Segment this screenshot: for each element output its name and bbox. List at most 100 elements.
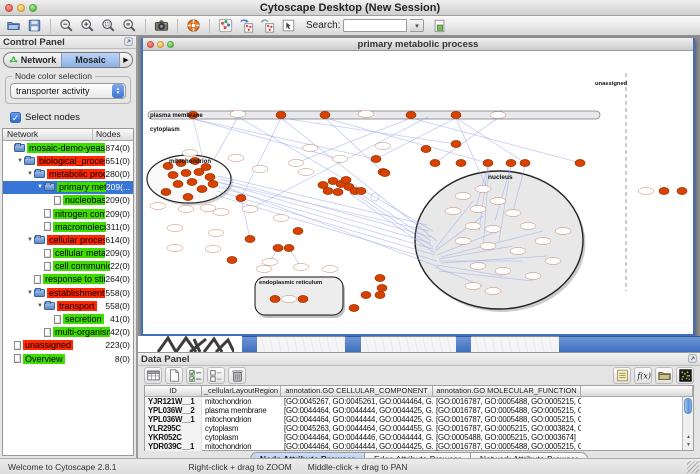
network-node-outline[interactable] [470, 206, 486, 213]
network-node[interactable] [284, 245, 294, 252]
network-node-outline[interactable] [470, 263, 486, 270]
network-node[interactable] [451, 112, 461, 119]
disclosure-triangle[interactable]: ▼ [26, 237, 34, 243]
network-node-outline[interactable] [455, 193, 471, 200]
annotation-icon[interactable] [279, 17, 298, 35]
plugin-icon[interactable] [430, 17, 449, 35]
network-node-outline[interactable] [638, 188, 654, 195]
network-node-outline[interactable] [242, 206, 258, 213]
disclosure-triangle[interactable]: ▼ [26, 290, 34, 296]
table-row[interactable]: YLR295Ccytoplasm[GO:0045263, GO:0044464,… [145, 424, 693, 433]
network-node-outline[interactable] [545, 258, 561, 265]
network-node[interactable] [187, 179, 197, 186]
network-node-outline[interactable] [465, 223, 481, 230]
network-node[interactable] [677, 188, 687, 195]
network-node[interactable] [430, 160, 440, 167]
zoom-in-icon[interactable] [78, 17, 97, 35]
network-node-outline[interactable] [555, 228, 571, 235]
network-node[interactable] [320, 112, 330, 119]
network-node[interactable] [323, 188, 333, 195]
scrollbar-arrows[interactable]: ▲▼ [683, 433, 694, 449]
network-node[interactable] [194, 169, 204, 176]
tree-row[interactable]: multi-organism pro42(0) [3, 326, 133, 339]
table-column-header[interactable]: ID [145, 386, 202, 397]
tree-row[interactable]: secretion41(0) [3, 312, 133, 325]
plasma-membrane-region[interactable] [148, 111, 600, 119]
network-node[interactable] [245, 236, 255, 243]
disclosure-triangle[interactable]: ▼ [36, 184, 44, 190]
search-input[interactable] [343, 19, 407, 32]
network-node[interactable] [333, 189, 343, 196]
select-attributes-icon[interactable] [186, 367, 204, 384]
network-node-outline[interactable] [293, 264, 309, 271]
network-node-outline[interactable] [208, 230, 224, 237]
network-node[interactable] [293, 228, 303, 235]
network-node-outline[interactable] [510, 248, 526, 255]
tree-row[interactable]: ▼transport558(0) [3, 299, 133, 312]
snapshot-icon[interactable] [152, 17, 171, 35]
help-icon[interactable] [184, 17, 203, 35]
float-panel-icon[interactable] [124, 33, 133, 51]
attribute-table-icon[interactable] [144, 367, 162, 384]
tree-row[interactable]: Overview8(0) [3, 352, 133, 365]
network-node-outline[interactable] [535, 238, 551, 245]
network-node-outline[interactable] [205, 246, 221, 253]
network-node-outline[interactable] [322, 266, 338, 273]
new-attribute-icon[interactable] [165, 367, 183, 384]
table-row[interactable]: YKR052Ccytoplasm[GO:0044464, GO:0044446,… [145, 433, 693, 442]
network-node[interactable] [406, 112, 416, 119]
network-node-outline[interactable] [485, 288, 501, 295]
disclosure-triangle[interactable]: ▼ [36, 303, 44, 309]
tab-mosaic[interactable]: Mosaic [61, 53, 119, 67]
tree-column-nodes[interactable]: Nodes [93, 129, 133, 140]
network-node[interactable] [456, 160, 466, 167]
network-node-outline[interactable] [256, 266, 272, 273]
import-attributes-icon[interactable] [655, 367, 673, 384]
network-node[interactable] [375, 292, 385, 299]
network-node[interactable] [380, 170, 390, 177]
network-node-outline[interactable] [490, 198, 506, 205]
table-column-header[interactable]: annotation.GO MOLECULAR_FUNCTION [433, 386, 581, 397]
tree-row[interactable]: ▼biological_process651(0) [3, 154, 133, 167]
table-column-header[interactable]: _cellularLayoutRegion [202, 386, 281, 397]
network-node[interactable] [575, 160, 585, 167]
network-node[interactable] [227, 257, 237, 264]
network-node-outline[interactable] [302, 145, 318, 152]
network-node[interactable] [236, 195, 246, 202]
network-node[interactable] [181, 170, 191, 177]
table-row[interactable]: YJR121W__1mitochondrion[GO:0045267, GO:0… [145, 397, 693, 406]
network-node-outline[interactable] [495, 268, 511, 275]
network-node[interactable] [273, 245, 283, 252]
zoom-selected-icon[interactable] [99, 17, 118, 35]
layout-icon[interactable] [216, 17, 235, 35]
tree-row[interactable]: cell communicat22(0) [3, 260, 133, 273]
network-view-window[interactable]: primary metabolic process plasma membran… [141, 38, 695, 336]
network-node[interactable] [520, 160, 530, 167]
scrollbar-thumb[interactable] [684, 398, 692, 414]
tree-row[interactable]: cellular metabo209(0) [3, 247, 133, 260]
network-node-outline[interactable] [480, 243, 496, 250]
network-node[interactable] [161, 189, 171, 196]
disclosure-triangle[interactable]: ▼ [16, 158, 24, 164]
network-node-outline[interactable] [525, 273, 541, 280]
network-node-outline[interactable] [228, 155, 244, 162]
table-row[interactable]: YPL036W__2plasma membrane[GO:0044464, GO… [145, 406, 693, 415]
tab-overflow-arrow[interactable]: ▶ [119, 53, 132, 67]
network-node-outline[interactable] [182, 150, 198, 157]
table-column-header[interactable]: annotation.GO CELLULAR_COMPONENT [281, 386, 433, 397]
network-node[interactable] [197, 186, 207, 193]
network-node-outline[interactable] [262, 259, 278, 266]
destroy-view-icon[interactable] [258, 17, 277, 35]
network-node[interactable] [506, 160, 516, 167]
search-dropdown-button[interactable]: ▾ [410, 19, 424, 32]
network-node[interactable] [173, 181, 183, 188]
disclosure-triangle[interactable]: ▼ [26, 171, 34, 177]
tree-row[interactable]: mosaic-demo-yeast874(0) [3, 141, 133, 154]
network-node-outline[interactable] [375, 143, 391, 150]
network-node[interactable] [483, 160, 493, 167]
network-node[interactable] [361, 292, 371, 299]
network-node[interactable] [208, 181, 218, 188]
notes-icon[interactable] [613, 367, 631, 384]
tree-column-network[interactable]: Network [3, 129, 93, 140]
network-node-outline[interactable] [485, 226, 501, 233]
